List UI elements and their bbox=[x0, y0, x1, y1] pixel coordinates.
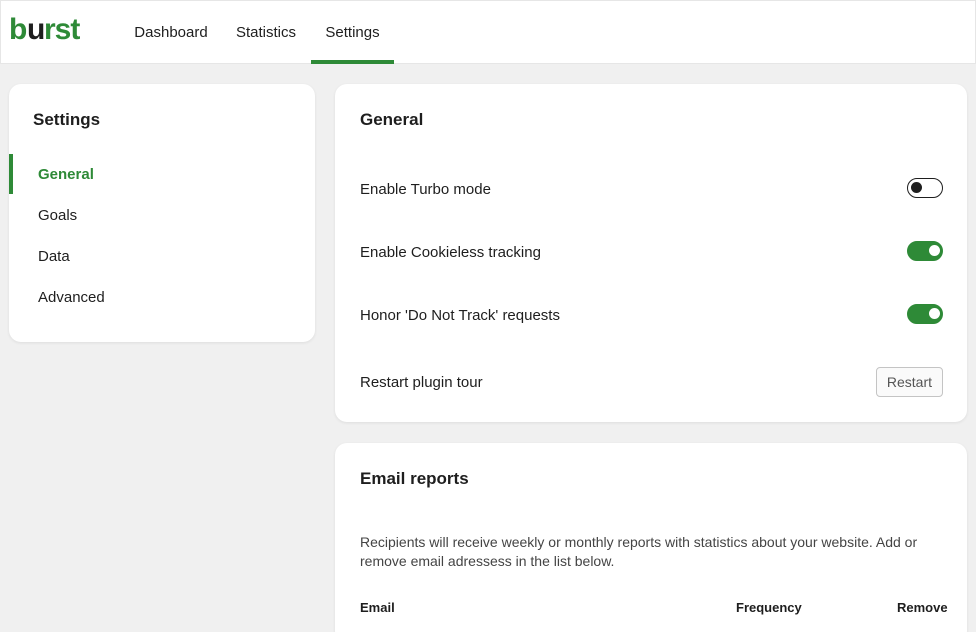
svg-text:rst: rst bbox=[44, 13, 80, 45]
column-header-frequency: Frequency bbox=[736, 600, 802, 615]
tab-dashboard[interactable]: Dashboard bbox=[127, 1, 215, 64]
sidebar-item-label: Data bbox=[38, 247, 70, 265]
email-reports-card: Email reports Recipients will receive we… bbox=[335, 443, 967, 632]
general-title: General bbox=[360, 110, 424, 129]
toggle-knob bbox=[928, 245, 940, 256]
sidebar-item-data[interactable]: Data bbox=[9, 236, 315, 276]
general-settings-card: General Enable Turbo mode Enable Cookiel… bbox=[335, 84, 967, 422]
column-header-remove: Remove bbox=[897, 600, 948, 615]
cookieless-tracking-label: Enable Cookieless tracking bbox=[360, 244, 541, 261]
tab-settings-label: Settings bbox=[325, 24, 380, 41]
do-not-track-label: Honor 'Do Not Track' requests bbox=[360, 307, 560, 324]
sidebar-item-advanced[interactable]: Advanced bbox=[9, 277, 315, 317]
do-not-track-toggle[interactable] bbox=[907, 304, 943, 324]
turbo-mode-toggle[interactable] bbox=[907, 178, 943, 198]
tab-dashboard-label: Dashboard bbox=[134, 24, 208, 41]
column-header-email: Email bbox=[360, 600, 395, 615]
email-reports-description: Recipients will receive weekly or monthl… bbox=[360, 534, 918, 569]
sidebar-item-label: General bbox=[38, 165, 94, 183]
sidebar-item-label: Advanced bbox=[38, 288, 105, 306]
tab-statistics[interactable]: Statistics bbox=[227, 1, 305, 64]
toggle-knob bbox=[910, 182, 922, 193]
cookieless-tracking-toggle[interactable] bbox=[907, 241, 943, 261]
email-reports-title: Email reports bbox=[360, 469, 469, 488]
sidebar-item-general[interactable]: General bbox=[9, 154, 315, 194]
toggle-knob bbox=[928, 308, 940, 319]
restart-button[interactable]: Restart bbox=[875, 367, 943, 397]
svg-text:u: u bbox=[27, 13, 45, 45]
svg-text:b: b bbox=[9, 13, 27, 45]
burst-logo[interactable]: b u rst bbox=[9, 13, 89, 45]
sidebar-item-goals[interactable]: Goals bbox=[9, 195, 315, 235]
tab-statistics-label: Statistics bbox=[235, 24, 296, 41]
restart-tour-label: Restart plugin tour bbox=[360, 374, 483, 391]
top-bar: b u rst Dashboard Statistics Settings bbox=[0, 0, 976, 64]
sidebar-item-label: Goals bbox=[38, 206, 78, 224]
tab-settings[interactable]: Settings bbox=[311, 1, 394, 64]
turbo-mode-label: Enable Turbo mode bbox=[360, 181, 491, 198]
sidebar-title: Settings bbox=[33, 110, 101, 129]
settings-sidebar: Settings General Goals Data Advanced bbox=[9, 84, 315, 342]
